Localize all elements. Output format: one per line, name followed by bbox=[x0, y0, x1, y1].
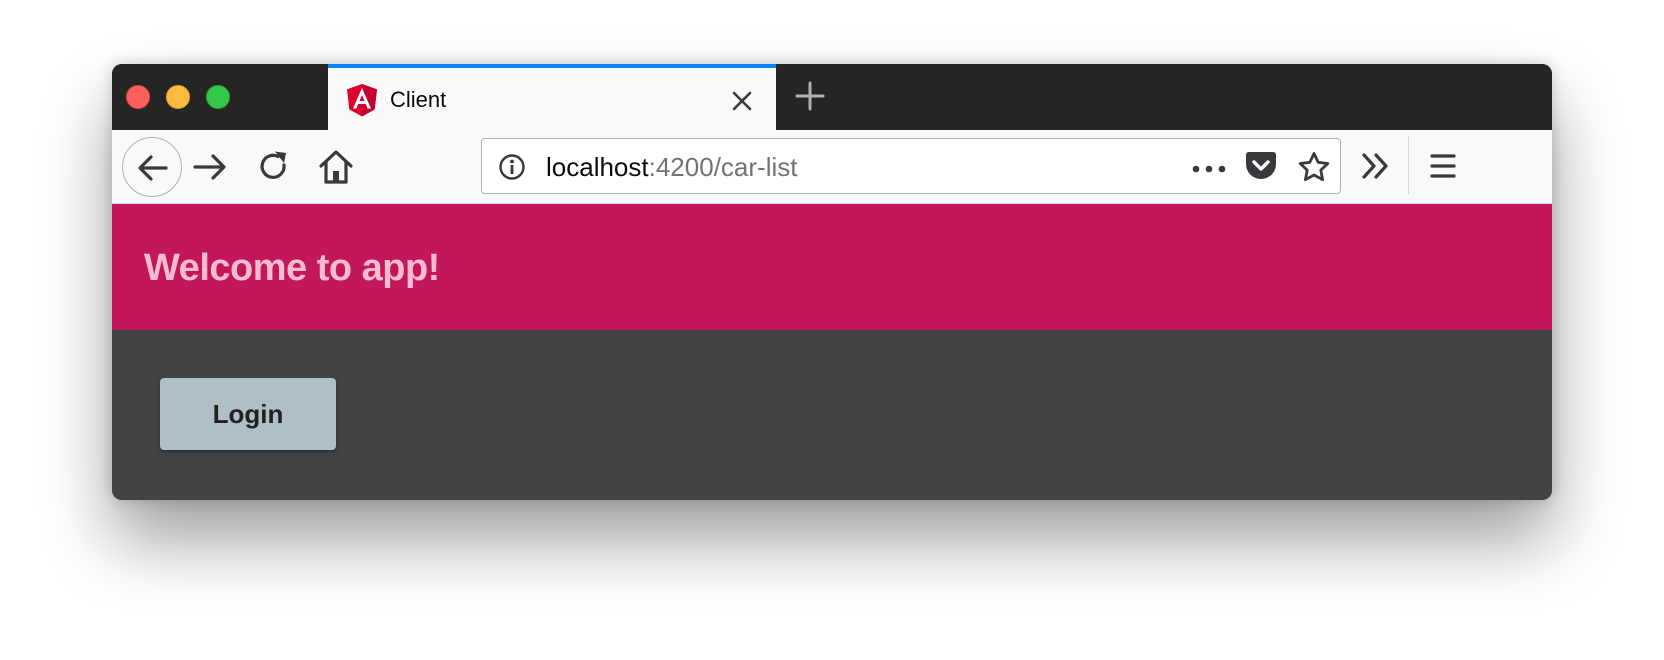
arrow-right-icon[interactable] bbox=[192, 149, 228, 185]
plus-icon[interactable] bbox=[792, 78, 828, 114]
toolbar-separator bbox=[1408, 136, 1409, 194]
app-header: Welcome to app! bbox=[112, 204, 1552, 330]
back-button[interactable] bbox=[122, 137, 182, 197]
pocket-icon[interactable] bbox=[1244, 151, 1278, 183]
title-bar: Client bbox=[112, 64, 1552, 130]
login-button[interactable]: Login bbox=[160, 378, 336, 450]
double-chevron-icon[interactable] bbox=[1360, 150, 1392, 182]
browser-window: Client localhost:4200/car-list Welcome t… bbox=[112, 64, 1552, 500]
url-host: localhost bbox=[546, 152, 649, 182]
more-dots-icon[interactable] bbox=[1192, 165, 1226, 173]
window-minimize-button[interactable] bbox=[166, 85, 190, 109]
url-bar[interactable]: localhost:4200/car-list bbox=[481, 138, 1341, 194]
info-icon[interactable] bbox=[498, 153, 526, 181]
arrow-left-icon bbox=[138, 155, 168, 181]
app-content: Login bbox=[112, 330, 1552, 500]
tab-title: Client bbox=[390, 87, 447, 112]
tab-client[interactable]: Client bbox=[328, 64, 776, 130]
star-icon[interactable] bbox=[1297, 151, 1331, 183]
angular-logo-icon bbox=[347, 84, 377, 117]
close-icon[interactable] bbox=[728, 87, 756, 115]
page-title: Welcome to app! bbox=[144, 247, 440, 289]
window-maximize-button[interactable] bbox=[206, 85, 230, 109]
reload-icon[interactable] bbox=[256, 149, 292, 185]
hamburger-menu-icon[interactable] bbox=[1428, 151, 1458, 181]
url-text[interactable]: localhost:4200/car-list bbox=[546, 152, 797, 182]
url-path: :4200/car-list bbox=[648, 152, 798, 182]
nav-toolbar: localhost:4200/car-list bbox=[112, 130, 1552, 204]
window-close-button[interactable] bbox=[126, 85, 150, 109]
home-icon[interactable] bbox=[318, 148, 354, 186]
